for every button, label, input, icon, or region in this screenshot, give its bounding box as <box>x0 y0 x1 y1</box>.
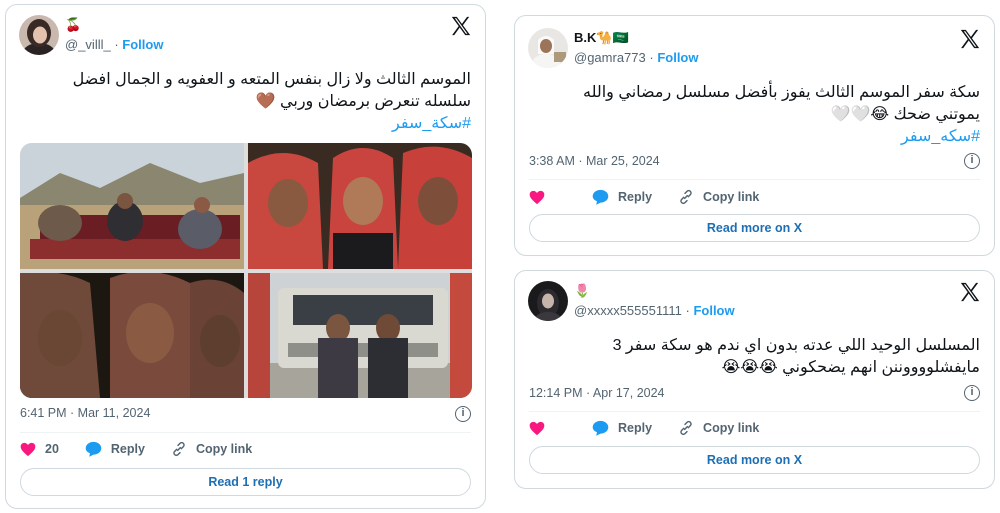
action-bar: Reply Copy link <box>529 187 785 207</box>
action-bar: 20 Reply Copy link <box>20 439 278 459</box>
info-icon[interactable]: i <box>455 406 471 422</box>
heart-icon <box>20 442 36 456</box>
follow-button[interactable]: Follow <box>122 37 163 52</box>
tweet-text-line: يموتني ضحك 😂🤍🤍 <box>830 106 980 123</box>
heart-icon <box>529 421 545 435</box>
read-reply-button[interactable]: Read 1 reply <box>20 468 471 496</box>
user-handle[interactable]: @_villl_ <box>65 37 111 52</box>
tweet-timestamp[interactable]: 3:38 AM · Mar 25, 2024 <box>529 154 660 168</box>
copy-link-label: Copy link <box>703 421 760 435</box>
copy-link-button[interactable]: Copy link <box>678 189 759 205</box>
link-icon <box>680 420 692 436</box>
read-more-button[interactable]: Read more on X <box>529 214 980 242</box>
like-count: 20 <box>45 442 59 456</box>
display-name-emoji[interactable]: 🌷 <box>574 283 590 299</box>
user-handle[interactable]: @gamra773 <box>574 50 646 65</box>
reply-button[interactable]: Reply <box>592 420 652 436</box>
x-logo-icon[interactable] <box>450 15 472 37</box>
reply-label: Reply <box>618 190 653 204</box>
like-button[interactable] <box>529 190 554 205</box>
tweet-text-line: سلسله تنعرض برمضان وربي 🤎 <box>255 93 471 110</box>
divider <box>529 411 980 412</box>
reply-label: Reply <box>618 421 653 435</box>
handle-row: @gamra773 · Follow <box>574 50 699 65</box>
reply-bubble-icon <box>592 189 609 205</box>
tweet-text-line: المسلسل الوحيد اللي عدته بدون اي ندم هو … <box>612 337 980 354</box>
avatar[interactable] <box>528 28 568 68</box>
heart-icon <box>529 190 545 204</box>
like-button[interactable] <box>529 421 554 436</box>
tweet-text-line: الموسم الثالث ولا زال بنفس المتعه و العف… <box>72 71 471 88</box>
display-name-emoji[interactable]: 🍒 <box>65 17 81 33</box>
media-grid[interactable] <box>20 143 472 398</box>
handle-row: @_villl_ · Follow <box>65 37 163 52</box>
handle-row: @xxxxx555551111 · Follow <box>574 303 735 318</box>
follow-button[interactable]: Follow <box>693 303 734 318</box>
photo-jeep[interactable] <box>248 273 472 398</box>
tweet-card-3: 🌷 @xxxxx555551111 · Follow المسلسل الوحي… <box>514 270 995 489</box>
copy-link-button[interactable]: Copy link <box>678 420 759 436</box>
action-bar: Reply Copy link <box>529 418 785 438</box>
tweet-text: الموسم الثالث ولا زال بنفس المتعه و العف… <box>19 69 471 135</box>
tweet-card-2: B.K🐪🇸🇦 @gamra773 · Follow سكة سفر الموسم… <box>514 15 995 256</box>
divider <box>20 432 471 433</box>
link-icon <box>173 441 185 457</box>
copy-link-button[interactable]: Copy link <box>171 441 252 457</box>
photo-three-men[interactable] <box>248 143 472 269</box>
avatar[interactable] <box>19 15 59 55</box>
reply-bubble-icon <box>592 420 609 436</box>
read-more-button[interactable]: Read more on X <box>529 446 980 474</box>
avatar[interactable] <box>528 281 568 321</box>
reply-button[interactable]: Reply <box>592 189 652 205</box>
hashtag-link[interactable]: #سكه_سفر <box>528 126 980 148</box>
copy-link-label: Copy link <box>195 442 253 456</box>
tweet-timestamp[interactable]: 6:41 PM · Mar 11, 2024 <box>20 406 150 420</box>
reply-button[interactable]: Reply <box>85 441 145 457</box>
user-handle[interactable]: @xxxxx555551111 <box>574 303 682 318</box>
tweet-text: سكة سفر الموسم الثالث يفوز بأفضل مسلسل ر… <box>528 82 980 148</box>
info-icon[interactable]: i <box>964 153 980 169</box>
like-button[interactable]: 20 <box>20 442 59 457</box>
x-logo-icon[interactable] <box>959 281 981 303</box>
tweet-text: المسلسل الوحيد اللي عدته بدون اي ندم هو … <box>528 335 980 379</box>
tweet-timestamp[interactable]: 12:14 PM · Apr 17, 2024 <box>529 386 665 400</box>
x-logo-icon[interactable] <box>959 28 981 50</box>
tweet-text-line: مايفشلووووننن انهم يضحكوني 😭😭😭 <box>721 359 980 376</box>
divider <box>529 179 980 180</box>
photo-night-scene[interactable] <box>20 273 244 398</box>
copy-link-label: Copy link <box>703 190 760 204</box>
tweet-header: B.K🐪🇸🇦 @gamra773 · Follow <box>528 28 981 70</box>
display-name[interactable]: B.K🐪🇸🇦 <box>574 30 629 46</box>
link-icon <box>680 189 692 205</box>
hashtag-link[interactable]: #سكة_سفر <box>19 113 471 135</box>
reply-label: Reply <box>110 442 145 456</box>
photo-desert-picnic[interactable] <box>20 143 244 269</box>
tweet-text-line: سكة سفر الموسم الثالث يفوز بأفضل مسلسل ر… <box>582 84 980 101</box>
info-icon[interactable]: i <box>964 385 980 401</box>
reply-bubble-icon <box>85 441 102 457</box>
tweet-header: 🍒 @_villl_ · Follow <box>19 15 472 57</box>
tweet-card-1: 🍒 @_villl_ · Follow الموسم الثالث ولا زا… <box>5 4 486 509</box>
tweet-header: 🌷 @xxxxx555551111 · Follow <box>528 281 981 323</box>
follow-button[interactable]: Follow <box>657 50 698 65</box>
